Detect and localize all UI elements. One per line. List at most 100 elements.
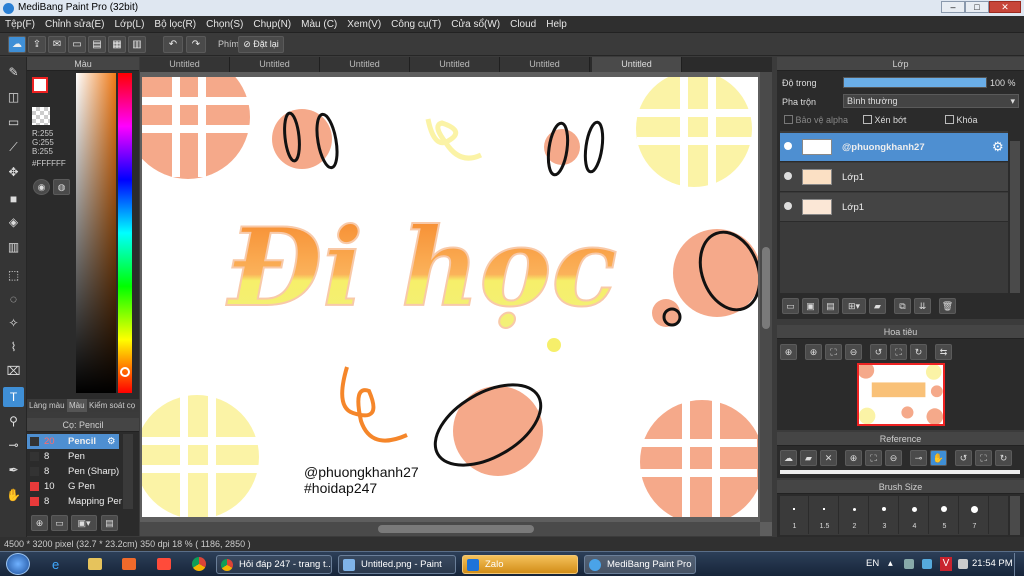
task-paint[interactable]: Untitled.png - Paint: [338, 555, 456, 574]
layer-row-signature[interactable]: @phuongkhanh27 ⚙: [780, 133, 1008, 162]
foreground-color-swatch[interactable]: [32, 77, 48, 93]
line-tool-icon[interactable]: ⟋: [3, 137, 24, 157]
tab-palette[interactable]: Làng màu: [29, 399, 65, 412]
size-cell[interactable]: 7: [960, 496, 989, 534]
minimize-button[interactable]: –: [941, 1, 965, 13]
duplicate-layer-icon[interactable]: ⧉: [894, 298, 911, 314]
folder-icon[interactable]: ▰: [869, 298, 886, 314]
menu-cloud[interactable]: Cloud: [505, 16, 541, 33]
tile-icon[interactable]: ▥: [128, 36, 146, 53]
menu-help[interactable]: Help: [541, 16, 572, 33]
new-8bit-layer-icon[interactable]: ▤: [822, 298, 839, 314]
media-player-icon[interactable]: [122, 558, 136, 570]
brush-menu-icon[interactable]: ▣▾: [71, 515, 97, 531]
menu-select[interactable]: Chọn(S): [201, 16, 248, 33]
task-zalo[interactable]: Zalo: [462, 555, 578, 574]
layer-list-scrollbar[interactable]: [1010, 141, 1020, 293]
rotate-left-icon[interactable]: ↺: [870, 344, 887, 360]
gradient-tool-icon[interactable]: ▥: [3, 237, 24, 257]
menu-window[interactable]: Cửa sổ(W): [446, 16, 505, 33]
ref-dropper-icon[interactable]: ⊸: [910, 450, 927, 466]
lock-checkbox[interactable]: [945, 115, 954, 124]
magic-wand-icon[interactable]: ✧: [3, 313, 24, 333]
fill-rect-tool-icon[interactable]: ■: [3, 189, 24, 209]
palette-icon[interactable]: ◉: [33, 179, 50, 195]
brush-list-scrollbar[interactable]: [123, 434, 133, 509]
vertical-scrollbar[interactable]: [760, 72, 772, 522]
cloud-icon[interactable]: ☁: [8, 36, 26, 53]
grid-settings-icon[interactable]: ▦: [108, 36, 126, 53]
eye-icon[interactable]: [784, 142, 792, 150]
new-brush-icon[interactable]: ▭: [51, 515, 68, 531]
eraser-tool-icon[interactable]: ◫: [3, 87, 24, 107]
brush-export-icon[interactable]: ▤: [101, 515, 118, 531]
chrome-icon[interactable]: [192, 557, 206, 571]
tab-untitled-3[interactable]: Untitled: [320, 57, 410, 72]
select-pen-icon[interactable]: ⌇: [3, 337, 24, 357]
layer-row-lop1-b[interactable]: Lớp1: [780, 193, 1008, 222]
reset-view-icon[interactable]: ⛶: [890, 344, 907, 360]
add-brush-icon[interactable]: ⊕: [31, 515, 48, 531]
eye-icon[interactable]: [784, 172, 792, 180]
ref-hand-icon[interactable]: ✋: [930, 450, 947, 466]
saturation-value-picker[interactable]: [76, 73, 116, 393]
menu-color[interactable]: Màu (C): [296, 16, 342, 33]
menu-file[interactable]: Tệp(F): [0, 16, 40, 33]
select-lasso-icon[interactable]: ◌: [3, 289, 24, 309]
lock-option[interactable]: Khóa: [945, 115, 978, 125]
rectangle-tool-icon[interactable]: ▭: [3, 112, 24, 132]
gear-icon[interactable]: ⚙: [992, 139, 1004, 155]
menu-layer[interactable]: Lớp(L): [110, 16, 150, 33]
ie-icon[interactable]: e: [52, 557, 68, 572]
operation-tool-icon[interactable]: ⚲: [3, 411, 24, 431]
flag-icon[interactable]: [922, 559, 932, 569]
size-cell[interactable]: 2: [840, 496, 869, 534]
tab-untitled-5[interactable]: Untitled: [500, 57, 590, 72]
navigator-preview[interactable]: [857, 363, 945, 426]
opacity-slider[interactable]: [843, 77, 987, 88]
eye-icon[interactable]: [784, 202, 792, 210]
tab-untitled-2[interactable]: Untitled: [230, 57, 320, 72]
select-rect-icon[interactable]: ⬚: [3, 265, 24, 285]
brush-item-pencil[interactable]: 20 Pencil ⚙: [27, 434, 119, 449]
menu-edit[interactable]: Chỉnh sửa(E): [40, 16, 110, 33]
new-halftone-layer-icon[interactable]: ▣: [802, 298, 819, 314]
tab-color[interactable]: Màu: [67, 399, 87, 412]
tab-untitled-4[interactable]: Untitled: [410, 57, 500, 72]
tab-brush-control[interactable]: Kiểm soát cọ: [89, 399, 135, 412]
dropper-tool-icon[interactable]: ⊸: [3, 435, 24, 455]
undo-icon[interactable]: ↶: [163, 36, 183, 53]
ref-rotate-right-icon[interactable]: ↻: [995, 450, 1012, 466]
hue-slider[interactable]: [118, 73, 132, 393]
fit-screen-icon[interactable]: ⛶: [825, 344, 842, 360]
color-settings-icon[interactable]: ◍: [53, 179, 70, 195]
task-medibang[interactable]: MediBang Paint Pro ...: [584, 555, 696, 574]
merge-layer-icon[interactable]: ⇊: [914, 298, 931, 314]
blend-mode-select[interactable]: Bình thường ▾: [843, 94, 1019, 108]
select-eraser-icon[interactable]: ⌧: [3, 361, 24, 381]
antivirus-icon[interactable]: V: [940, 557, 952, 571]
show-desktop-button[interactable]: [1014, 553, 1023, 576]
drawing-canvas[interactable]: Đi học @phuongkhanh27 #hoidap247: [142, 77, 758, 517]
protect-alpha-option[interactable]: Bảo vệ alpha: [784, 115, 848, 125]
bucket-tool-icon[interactable]: ◈: [3, 212, 24, 232]
ref-zoom-in-icon[interactable]: ⊕: [845, 450, 862, 466]
maximize-button[interactable]: □: [965, 1, 989, 13]
volume-icon[interactable]: [958, 559, 968, 569]
ref-zoom-out-icon[interactable]: ⊖: [885, 450, 902, 466]
transparent-swatch[interactable]: [32, 107, 50, 125]
menu-filter[interactable]: Bộ lọc(R): [149, 16, 201, 33]
reset-button[interactable]: ⊘ Đặt lại: [238, 36, 284, 53]
task-hoidap[interactable]: Hỏi đáp 247 - trang t...: [216, 555, 332, 574]
tab-untitled-1[interactable]: Untitled: [140, 57, 230, 72]
tab-untitled-6[interactable]: Untitled: [592, 57, 682, 72]
add-layer-menu-icon[interactable]: ⊞▾: [842, 298, 866, 314]
vertical-scroll-thumb[interactable]: [762, 247, 770, 329]
brush-size-scrollbar[interactable]: [1010, 496, 1020, 535]
trash-icon[interactable]: 🗑: [939, 298, 956, 314]
zoom-out-icon[interactable]: ⊖: [845, 344, 862, 360]
hand-tool-icon[interactable]: ✋: [3, 485, 24, 505]
menu-snap[interactable]: Chụp(N): [248, 16, 296, 33]
size-cell[interactable]: 3: [870, 496, 899, 534]
close-button[interactable]: ✕: [989, 1, 1021, 13]
